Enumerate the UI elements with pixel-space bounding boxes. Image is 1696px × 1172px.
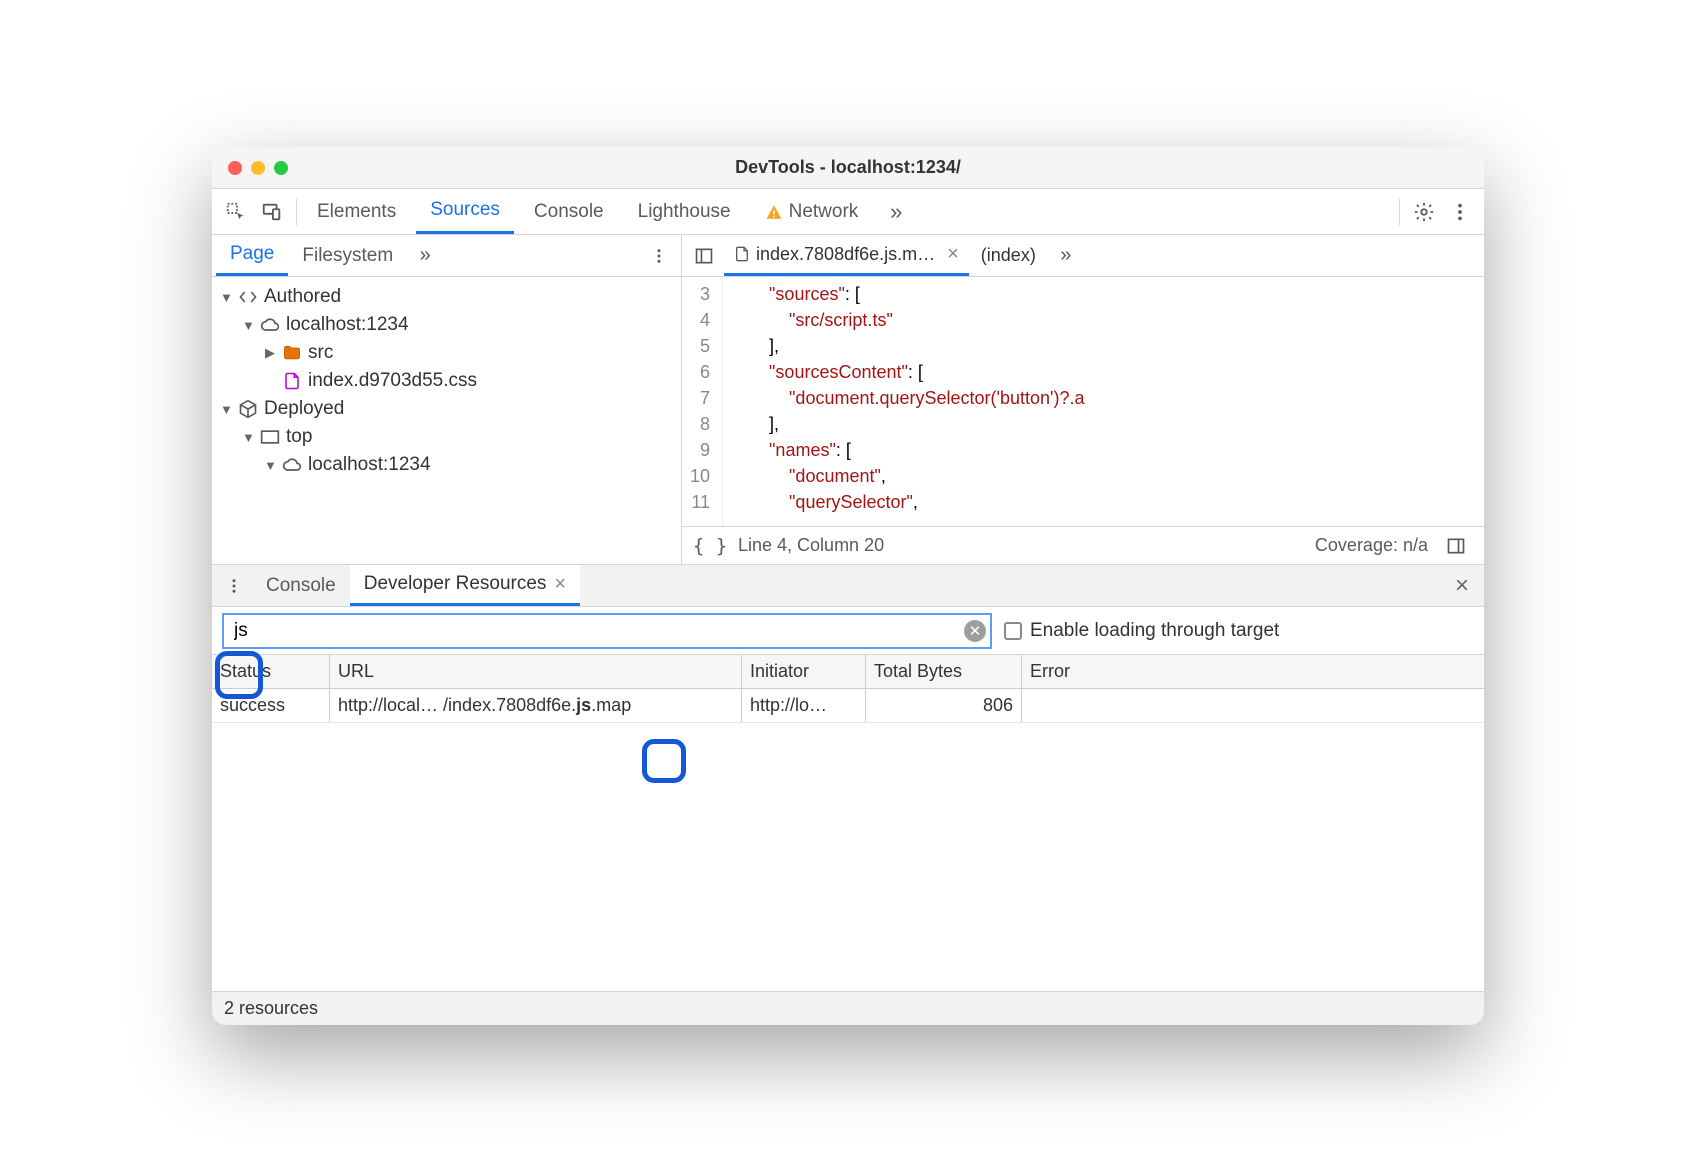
drawer-tab-devresources[interactable]: Developer Resources × xyxy=(350,565,580,606)
more-tabs-icon[interactable]: » xyxy=(878,194,914,230)
cloud-icon xyxy=(260,315,280,335)
tree-label: localhost:1234 xyxy=(308,454,431,476)
inspect-element-icon[interactable] xyxy=(218,194,254,230)
window-title: DevTools - localhost:1234/ xyxy=(212,157,1484,178)
tab-lighthouse[interactable]: Lighthouse xyxy=(624,189,745,234)
cell-status: success xyxy=(212,689,330,722)
col-error[interactable]: Error xyxy=(1022,655,1484,688)
resources-table-body[interactable]: success http://local… /index.7808df6e.js… xyxy=(212,689,1484,991)
drawer-statusbar: 2 resources xyxy=(212,991,1484,1025)
tree-label: Deployed xyxy=(264,398,344,420)
pretty-print-icon[interactable]: { } xyxy=(692,528,728,564)
toggle-debugger-icon[interactable] xyxy=(1438,528,1474,564)
separator xyxy=(296,199,297,225)
tree-folder-src[interactable]: ▶ src xyxy=(216,339,677,367)
main-toolbar: Elements Sources Console Lighthouse Netw… xyxy=(212,189,1484,235)
close-drawer-icon[interactable]: × xyxy=(1444,568,1480,604)
editor-tabs: index.7808df6e.js.m… × (index) » xyxy=(682,235,1484,277)
checkbox-label-text: Enable loading through target xyxy=(1030,620,1279,642)
tab-console[interactable]: Console xyxy=(520,189,618,234)
navigator-menu-icon[interactable] xyxy=(641,238,677,274)
editor-tab-index[interactable]: (index) xyxy=(971,235,1046,276)
drawer-menu-icon[interactable] xyxy=(216,568,252,604)
line-gutter: 34567891011 xyxy=(682,277,723,526)
cell-bytes: 806 xyxy=(866,689,1022,722)
close-drawer-tab-icon[interactable]: × xyxy=(554,573,566,596)
devtools-window: DevTools - localhost:1234/ Elements Sour… xyxy=(212,147,1484,1025)
tree-label: Authored xyxy=(264,286,341,308)
folder-icon xyxy=(282,343,302,363)
tree-label: src xyxy=(308,342,333,364)
code-content[interactable]: "sources": [ "src/script.ts" ], "sources… xyxy=(723,277,1484,526)
close-tab-icon[interactable]: × xyxy=(941,243,959,266)
box-icon xyxy=(238,399,258,419)
cell-url: http://local… /index.7808df6e.js.map xyxy=(330,689,742,722)
tree-label: index.d9703d55.css xyxy=(308,370,477,392)
panel-tabs: Elements Sources Console Lighthouse Netw… xyxy=(303,189,1393,234)
editor-pane: index.7808df6e.js.m… × (index) » 3456789… xyxy=(682,235,1484,564)
col-initiator[interactable]: Initiator xyxy=(742,655,866,688)
col-bytes[interactable]: Total Bytes xyxy=(866,655,1022,688)
tree-label: top xyxy=(286,426,312,448)
filter-input-wrap: ✕ xyxy=(222,613,992,649)
separator xyxy=(1399,199,1400,225)
tab-network[interactable]: Network xyxy=(751,189,873,234)
editor-tab-jsmap[interactable]: index.7808df6e.js.m… × xyxy=(724,235,969,276)
sources-upper: Page Filesystem » ▼ Authored ▼ xyxy=(212,235,1484,565)
window-controls[interactable] xyxy=(228,161,288,175)
more-editor-tabs-icon[interactable]: » xyxy=(1048,238,1084,274)
tree-group-deployed[interactable]: ▼ Deployed xyxy=(216,395,677,423)
navigator-tab-filesystem[interactable]: Filesystem xyxy=(288,235,407,276)
resource-count: 2 resources xyxy=(224,998,318,1019)
tab-elements[interactable]: Elements xyxy=(303,189,410,234)
cell-error xyxy=(1022,689,1484,722)
coverage-status: Coverage: n/a xyxy=(1315,535,1428,556)
tab-sources[interactable]: Sources xyxy=(416,189,514,234)
col-url[interactable]: URL xyxy=(330,655,742,688)
toggle-navigator-icon[interactable] xyxy=(686,238,722,274)
code-editor[interactable]: 34567891011 "sources": [ "src/script.ts"… xyxy=(682,277,1484,526)
resources-table-header: Status URL Initiator Total Bytes Error xyxy=(212,655,1484,689)
cloud-icon xyxy=(282,455,302,475)
tree-host[interactable]: ▼ localhost:1234 xyxy=(216,311,677,339)
warning-icon xyxy=(765,203,783,221)
editor-tab-label: (index) xyxy=(981,245,1036,266)
filter-input[interactable] xyxy=(222,613,992,649)
clear-filter-icon[interactable]: ✕ xyxy=(964,620,986,642)
cell-initiator: http://lo… xyxy=(742,689,866,722)
filter-toolbar: ✕ Enable loading through target xyxy=(212,607,1484,655)
editor-statusbar: { } Line 4, Column 20 Coverage: n/a xyxy=(682,526,1484,564)
table-row[interactable]: success http://local… /index.7808df6e.js… xyxy=(212,689,1484,723)
tree-group-authored[interactable]: ▼ Authored xyxy=(216,283,677,311)
drawer-tabs: Console Developer Resources × × xyxy=(212,565,1484,607)
more-navigator-tabs-icon[interactable]: » xyxy=(407,238,443,274)
settings-icon[interactable] xyxy=(1406,194,1442,230)
file-icon xyxy=(734,245,750,263)
file-tree[interactable]: ▼ Authored ▼ localhost:1234 ▶ src xyxy=(212,277,681,564)
drawer-tab-console[interactable]: Console xyxy=(252,565,350,606)
file-icon xyxy=(282,371,302,391)
navigator-tab-page[interactable]: Page xyxy=(216,235,288,276)
navigator-tabs: Page Filesystem » xyxy=(212,235,681,277)
frame-icon xyxy=(260,427,280,447)
kebab-menu-icon[interactable] xyxy=(1442,194,1478,230)
zoom-window-icon[interactable] xyxy=(274,161,288,175)
checkbox-icon[interactable] xyxy=(1004,622,1022,640)
minimize-window-icon[interactable] xyxy=(251,161,265,175)
code-icon xyxy=(238,287,258,307)
col-status[interactable]: Status xyxy=(212,655,330,688)
tree-label: localhost:1234 xyxy=(286,314,409,336)
titlebar: DevTools - localhost:1234/ xyxy=(212,147,1484,189)
close-window-icon[interactable] xyxy=(228,161,242,175)
tree-deployed-host[interactable]: ▼ localhost:1234 xyxy=(216,451,677,479)
device-toggle-icon[interactable] xyxy=(254,194,290,230)
cursor-position: Line 4, Column 20 xyxy=(738,535,884,556)
sources-panel: Page Filesystem » ▼ Authored ▼ xyxy=(212,235,1484,1025)
tree-file-css[interactable]: ▶ index.d9703d55.css xyxy=(216,367,677,395)
drawer: Console Developer Resources × × ✕ Enable… xyxy=(212,565,1484,1025)
tree-top[interactable]: ▼ top xyxy=(216,423,677,451)
navigator-sidebar: Page Filesystem » ▼ Authored ▼ xyxy=(212,235,682,564)
enable-loading-checkbox[interactable]: Enable loading through target xyxy=(1004,620,1279,642)
editor-tab-label: index.7808df6e.js.m… xyxy=(756,244,935,265)
